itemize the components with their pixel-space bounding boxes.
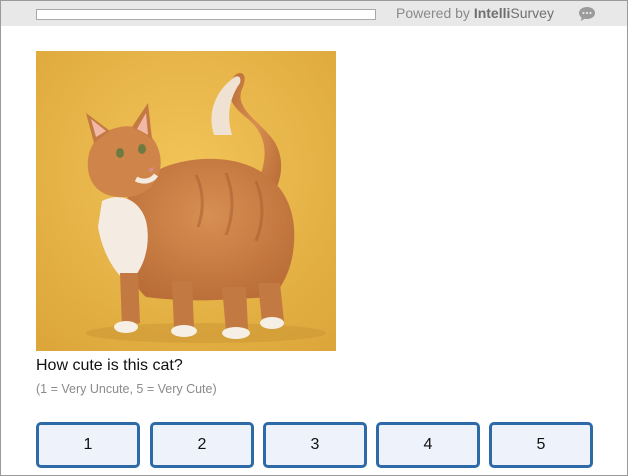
- orange-cat-photo: [36, 51, 336, 351]
- survey-header: Powered by IntelliSurvey: [1, 1, 627, 26]
- chat-bubble-icon[interactable]: [578, 6, 596, 22]
- rating-option-5[interactable]: 5: [489, 422, 593, 468]
- rating-scale: 1 2 3 4 5: [36, 422, 596, 468]
- rating-option-3[interactable]: 3: [263, 422, 367, 468]
- brand-part-bold: Intelli: [473, 5, 511, 21]
- powered-by: Powered by IntelliSurvey: [396, 5, 554, 21]
- intellisurvey-logo: IntelliSurvey: [474, 5, 554, 21]
- rating-option-4[interactable]: 4: [376, 422, 480, 468]
- survey-frame: Powered by IntelliSurvey How cute is thi…: [0, 0, 628, 476]
- rating-option-1[interactable]: 1: [36, 422, 140, 468]
- brand-part-regular: Survey: [510, 5, 554, 21]
- question-text: How cute is this cat?: [36, 357, 183, 374]
- powered-by-label: Powered by: [396, 5, 474, 21]
- rating-option-2[interactable]: 2: [150, 422, 254, 468]
- question-hint: (1 = Very Uncute, 5 = Very Cute): [36, 382, 217, 396]
- progress-bar: [36, 9, 376, 20]
- cat-photo: [36, 51, 336, 351]
